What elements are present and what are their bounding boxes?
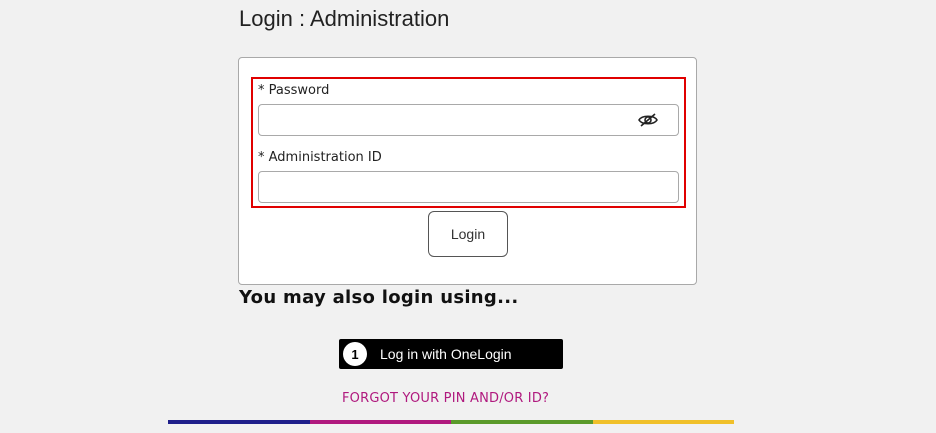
admin-id-input[interactable] xyxy=(258,171,679,203)
onelogin-label: Log in with OneLogin xyxy=(380,346,512,362)
onelogin-icon: 1 xyxy=(343,342,367,366)
highlighted-fields-box: * Password * Administration ID xyxy=(251,77,686,208)
page-title: Login : Administration xyxy=(239,6,450,31)
login-card: * Password * Administration ID Login xyxy=(238,57,697,285)
admin-id-label: * Administration ID xyxy=(258,150,382,165)
color-bar-segment xyxy=(168,420,310,424)
forgot-pin-link[interactable]: FORGOT YOUR PIN AND/OR ID? xyxy=(342,391,549,406)
color-bar-segment xyxy=(451,420,593,424)
password-input[interactable] xyxy=(258,104,679,136)
footer-color-bar xyxy=(168,420,734,424)
eye-slash-icon[interactable] xyxy=(638,112,658,128)
alternate-login-heading: You may also login using... xyxy=(239,287,519,308)
color-bar-segment xyxy=(592,420,734,424)
color-bar-segment xyxy=(309,420,451,424)
onelogin-button[interactable]: 1 Log in with OneLogin xyxy=(339,339,563,369)
password-label: * Password xyxy=(258,83,330,98)
login-button[interactable]: Login xyxy=(428,211,508,257)
